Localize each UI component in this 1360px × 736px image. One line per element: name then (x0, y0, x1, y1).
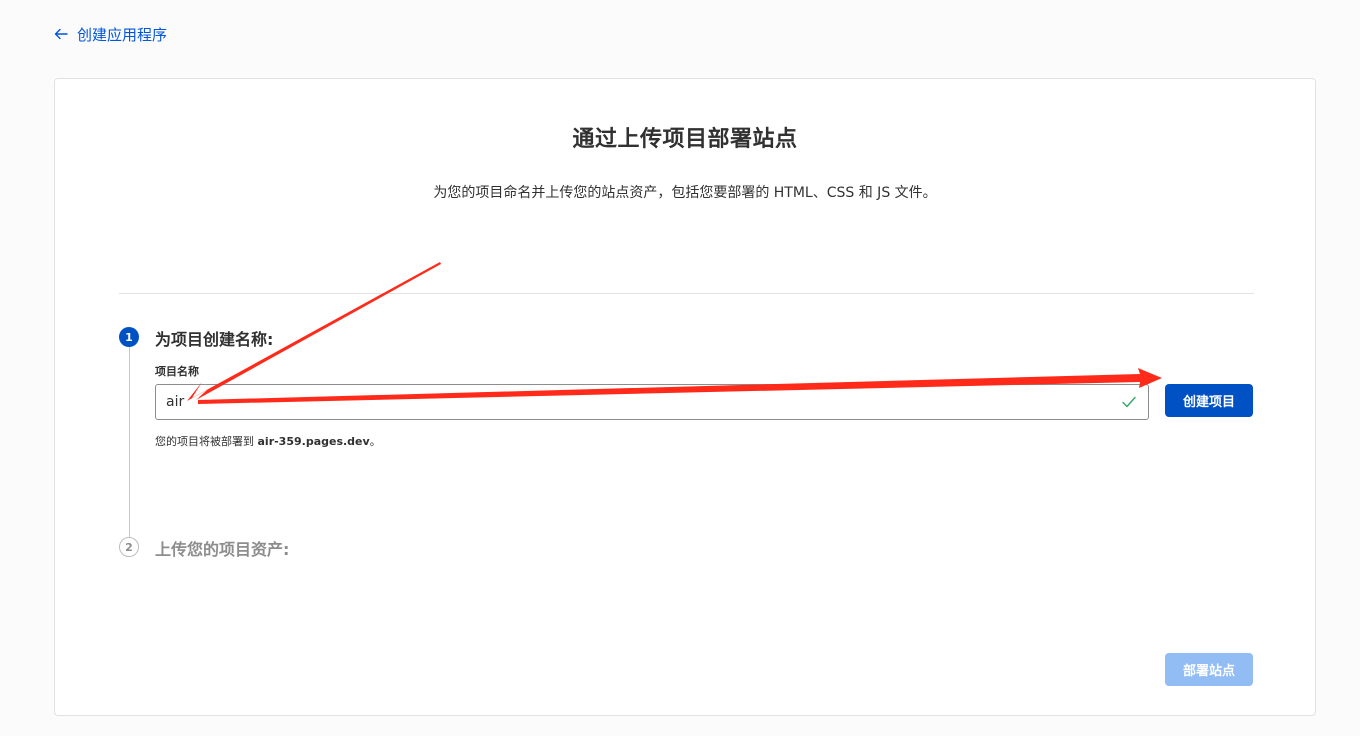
arrow-left-icon (54, 28, 68, 40)
create-project-button[interactable]: 创建项目 (1165, 384, 1253, 417)
hint-suffix: 。 (369, 435, 381, 448)
project-name-label: 项目名称 (155, 365, 199, 378)
divider (119, 293, 1254, 294)
step-1-title: 为项目创建名称: (155, 330, 274, 349)
project-name-field[interactable] (155, 384, 1149, 420)
step-1-number: 1 (119, 327, 139, 347)
step-2-number: 2 (119, 537, 139, 557)
project-name-input[interactable] (156, 385, 1120, 419)
back-link-label[interactable]: 创建应用程序 (77, 24, 167, 45)
deploy-card: 通过上传项目部署站点 为您的项目命名并上传您的站点资产，包括您要部署的 HTML… (54, 78, 1316, 716)
back-link[interactable]: 创建应用程序 (54, 24, 167, 44)
page-title: 通过上传项目部署站点 (572, 127, 798, 152)
check-icon (1122, 396, 1136, 408)
hint-domain: air-359.pages.dev (257, 435, 370, 448)
deploy-site-button[interactable]: 部署站点 (1165, 653, 1253, 686)
deploy-url-hint: 您的项目将被部署到 air-359.pages.dev。 (155, 433, 381, 449)
step-2-title: 上传您的项目资产: (155, 540, 290, 559)
hint-prefix: 您的项目将被部署到 (155, 435, 258, 448)
page-subtitle: 为您的项目命名并上传您的站点资产，包括您要部署的 HTML、CSS 和 JS 文… (433, 185, 937, 201)
step-connector-line (129, 347, 130, 539)
